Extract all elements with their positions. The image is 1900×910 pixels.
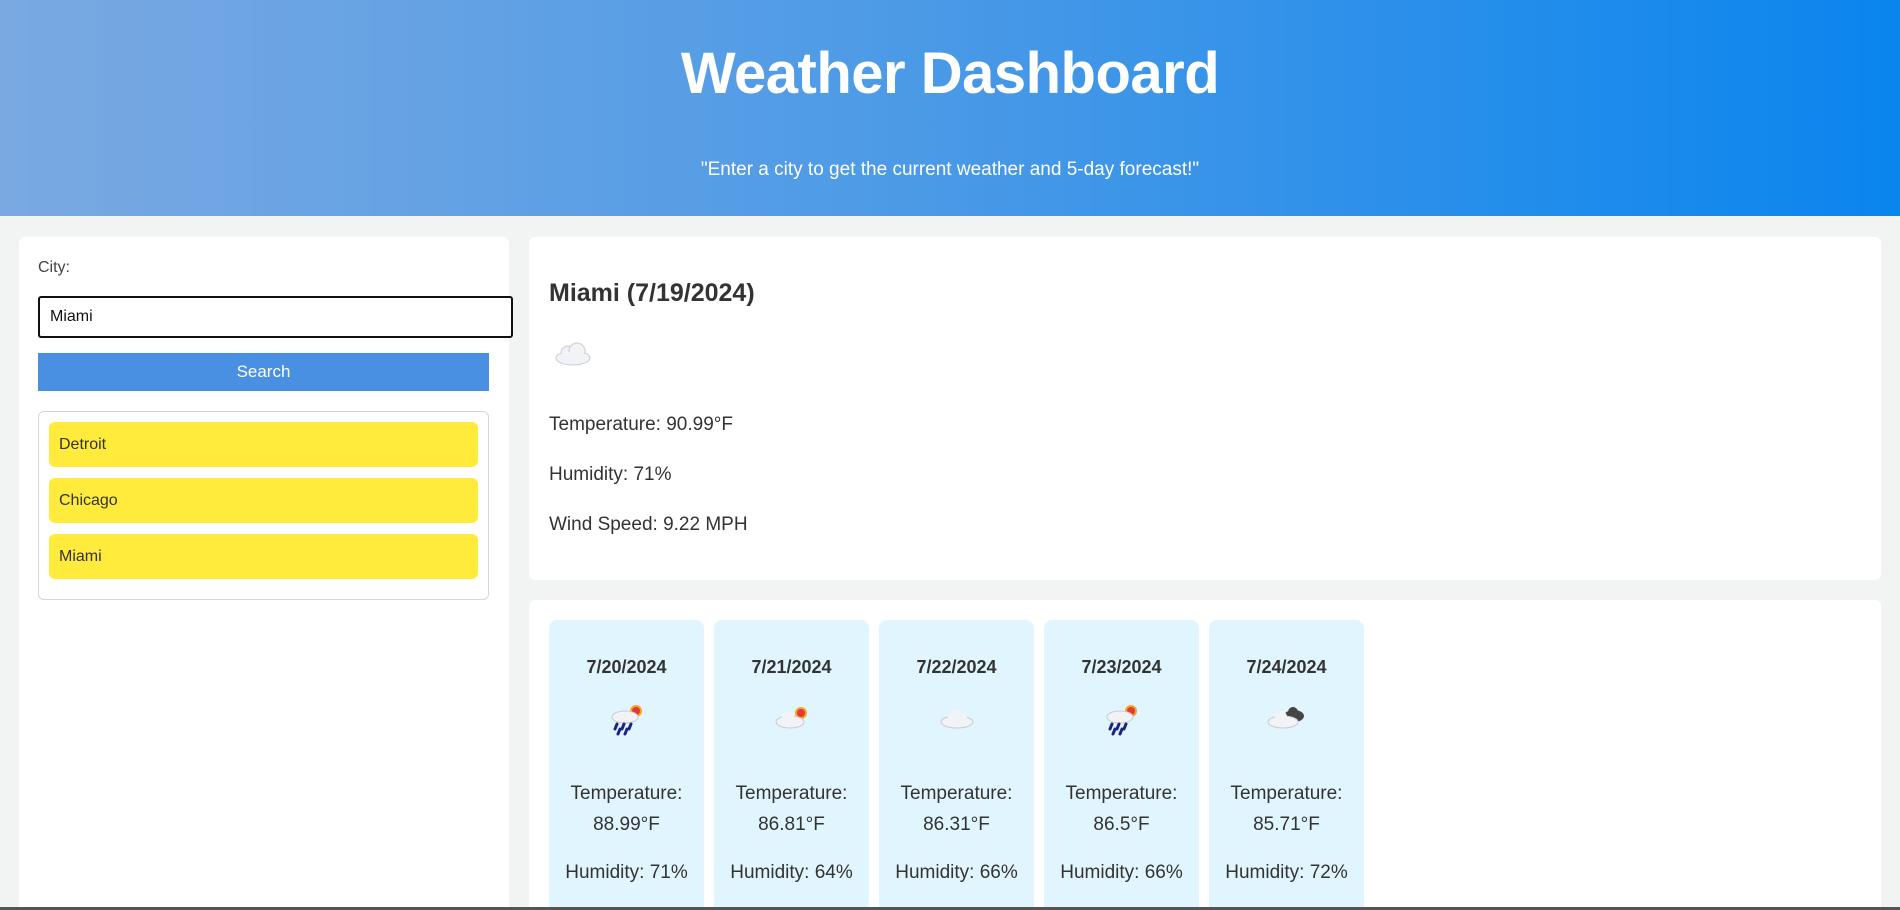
forecast-humidity: Humidity: 71%	[565, 862, 688, 883]
cloud-icon	[553, 337, 593, 374]
partly-cloudy-icon	[714, 702, 869, 744]
forecast-card: 7/20/2024 Temperature: 88.99°F Humidity:…	[549, 620, 704, 910]
page-title: Weather Dashboard	[680, 41, 1220, 106]
forecast-card: 7/24/2024 Temperature: 85.71°F Humidity:…	[1209, 620, 1364, 910]
current-humidity: Humidity: 71%	[549, 464, 672, 485]
forecast-temperature: Temperature: 85.71°F	[1230, 783, 1343, 835]
forecast-humidity: Humidity: 72%	[1225, 862, 1348, 883]
forecast-date: 7/22/2024	[916, 657, 997, 677]
forecast-temperature: Temperature: 86.5°F	[1065, 783, 1178, 835]
forecast-temperature: Temperature: 86.81°F	[735, 783, 848, 835]
forecast-humidity: Humidity: 64%	[730, 862, 853, 883]
forecast-humidity: Humidity: 66%	[895, 862, 1018, 883]
rain-sun-icon	[1044, 702, 1199, 744]
forecast-date: 7/24/2024	[1246, 657, 1327, 677]
forecast-temperature: Temperature: 86.31°F	[900, 783, 1013, 835]
history-item-chicago[interactable]: Chicago	[49, 478, 478, 523]
history-item-miami[interactable]: Miami	[49, 534, 478, 579]
current-weather: Miami (7/19/2024) Temperature: 90.99°F H…	[529, 237, 1881, 580]
forecast-date: 7/21/2024	[751, 657, 832, 677]
city-label: City:	[38, 259, 70, 276]
forecast-temperature: Temperature: 88.99°F	[570, 783, 683, 835]
forecast-card: 7/23/2024 Temperature: 86.5°F Humidity: …	[1044, 620, 1199, 910]
search-history: Detroit Chicago Miami	[38, 411, 489, 600]
dark-clouds-icon	[1209, 702, 1364, 744]
current-wind-speed: Wind Speed: 9.22 MPH	[549, 514, 748, 535]
forecast-date: 7/20/2024	[586, 657, 667, 677]
rain-sun-icon	[549, 702, 704, 744]
forecast-card: 7/22/2024 Temperature: 86.31°F Humidity:…	[879, 620, 1034, 910]
history-item-detroit[interactable]: Detroit	[49, 422, 478, 467]
forecast-humidity: Humidity: 66%	[1060, 862, 1183, 883]
header: Weather Dashboard "Enter a city to get t…	[0, 0, 1900, 216]
current-temperature: Temperature: 90.99°F	[549, 414, 733, 435]
forecast-card: 7/21/2024 Temperature: 86.81°F Humidity:…	[714, 620, 869, 910]
search-sidebar: City: Search Detroit Chicago Miami	[19, 237, 513, 910]
five-day-forecast: 7/20/2024 Temperature: 88.99°F Humidity:…	[529, 600, 1881, 910]
current-city-heading: Miami (7/19/2024)	[549, 279, 755, 307]
search-button[interactable]: Search	[38, 353, 489, 391]
forecast-date: 7/23/2024	[1081, 657, 1162, 677]
cloud-icon	[879, 702, 1034, 744]
page-subtitle: "Enter a city to get the current weather…	[700, 159, 1200, 180]
city-input[interactable]	[38, 296, 513, 338]
